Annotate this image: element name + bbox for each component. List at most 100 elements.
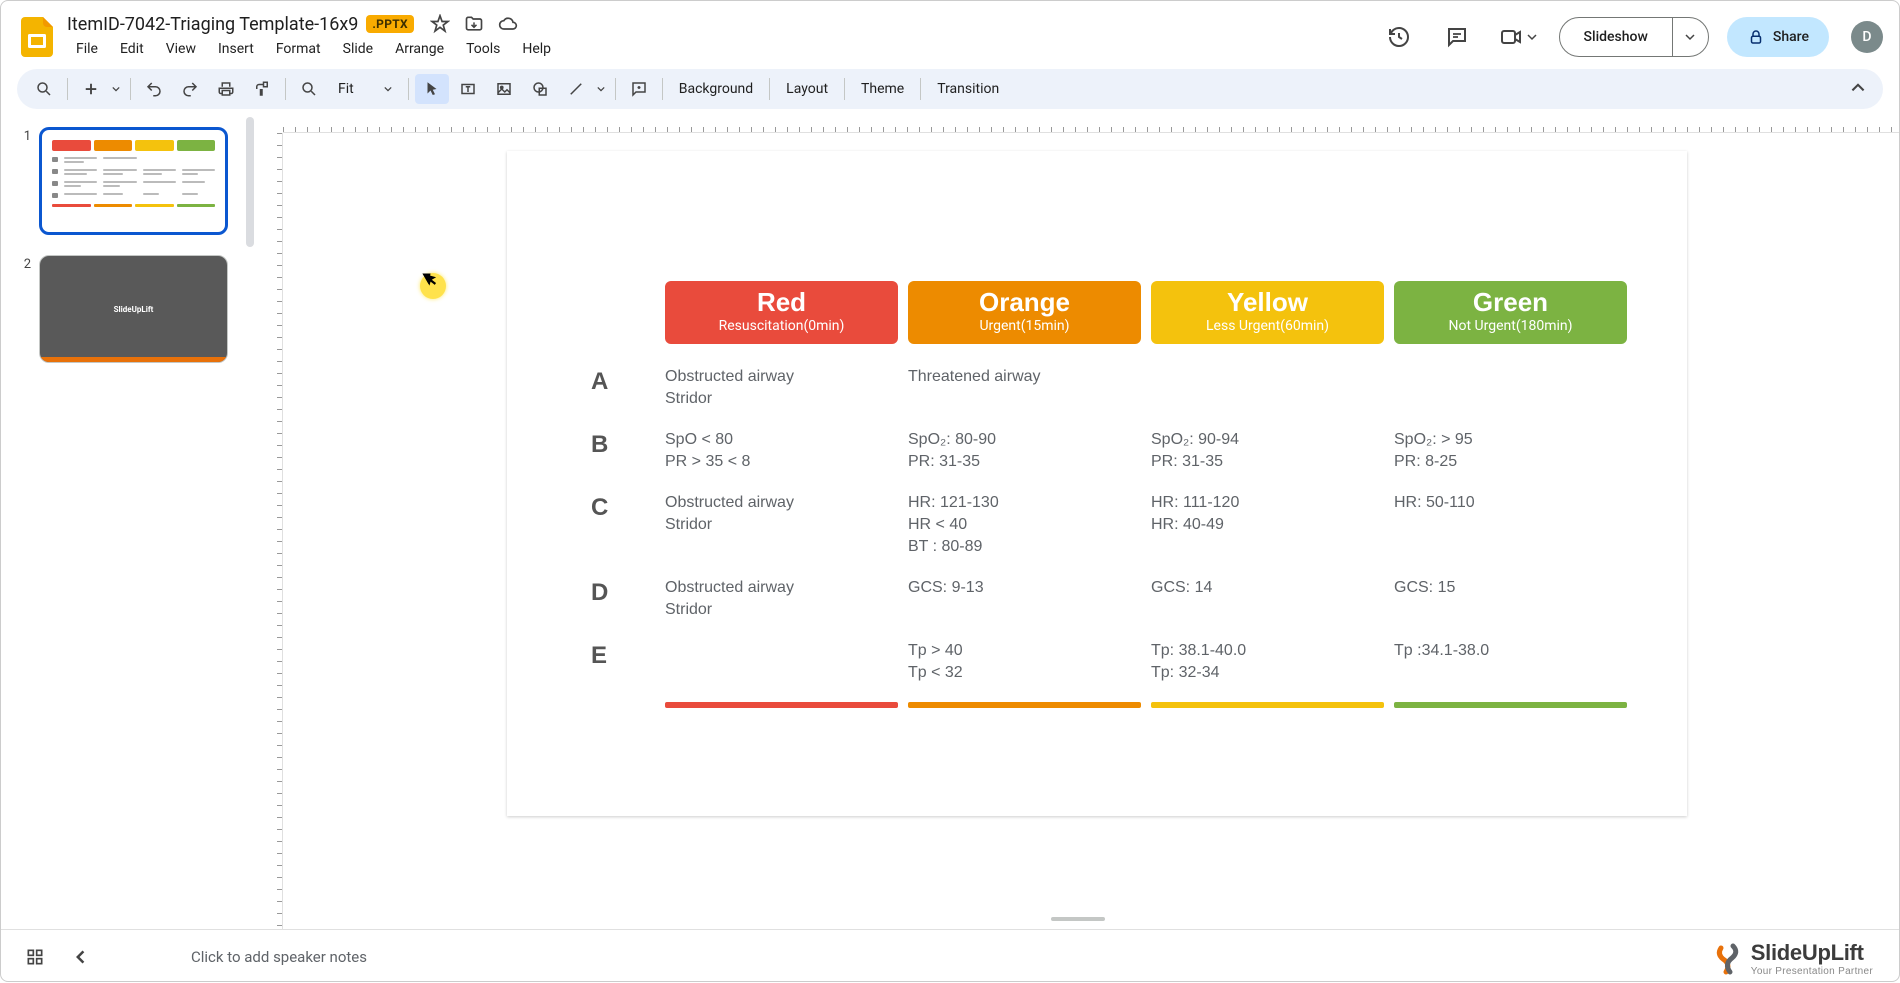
menu-help[interactable]: Help <box>513 37 560 61</box>
paint-format-button[interactable] <box>245 74 279 104</box>
redo-button[interactable] <box>173 74 207 104</box>
header-actions: Slideshow Share D <box>1379 17 1883 57</box>
slideshow-button[interactable]: Slideshow <box>1559 17 1709 57</box>
speaker-notes-input[interactable]: Click to add speaker notes <box>131 948 1899 966</box>
triage-row: B SpO < 80PR > 35 < 8SpO₂: 80-90PR: 31-35… <box>567 429 1627 472</box>
collapse-toolbar-icon[interactable] <box>1843 74 1873 104</box>
slide-thumbnail-2[interactable]: 2 SlideUpLift <box>17 255 228 363</box>
row-label[interactable]: B <box>567 429 655 459</box>
slides-logo-icon[interactable] <box>17 17 57 57</box>
triage-cell[interactable]: SpO₂: 90-94PR: 31-35 <box>1151 429 1384 472</box>
menu-file[interactable]: File <box>67 37 107 61</box>
shape-tool[interactable] <box>523 74 557 104</box>
move-icon[interactable] <box>464 14 484 34</box>
triage-cell[interactable]: Tp :34.1-38.0 <box>1394 640 1627 662</box>
comment-tool[interactable] <box>622 74 656 104</box>
thumbnail[interactable]: SlideUpLift <box>39 255 228 363</box>
account-avatar[interactable]: D <box>1851 21 1883 53</box>
print-button[interactable] <box>209 74 243 104</box>
star-icon[interactable] <box>430 14 450 34</box>
share-label: Share <box>1773 29 1809 45</box>
menu-format[interactable]: Format <box>267 37 330 61</box>
ruler-vertical[interactable] <box>257 133 283 929</box>
row-label[interactable]: A <box>567 366 655 396</box>
footer: Click to add speaker notes SlideUpLift Y… <box>1 929 1899 983</box>
triage-cell[interactable]: HR: 121-130HR < 40BT : 80-89 <box>908 492 1141 557</box>
triage-cell[interactable]: HR: 111-120HR: 40-49 <box>1151 492 1384 535</box>
search-menus-icon[interactable] <box>27 74 61 104</box>
triage-cell[interactable]: GCS: 15 <box>1394 577 1627 599</box>
line-tool-dropdown[interactable] <box>593 74 609 104</box>
document-title[interactable]: ItemID-7042-Triaging Template-16x9 <box>67 14 358 35</box>
triage-cell[interactable]: SpO < 80PR > 35 < 8 <box>665 429 898 472</box>
menu-view[interactable]: View <box>157 37 205 61</box>
textbox-tool[interactable] <box>451 74 485 104</box>
slide-canvas[interactable]: Red Resuscitation(0min) Orange Urgent(15… <box>507 151 1687 816</box>
zoom-select[interactable]: Fit <box>328 81 402 97</box>
triage-cell[interactable]: Threatened airway <box>908 366 1141 388</box>
triage-cell[interactable]: Obstructed airwayStridor <box>665 577 898 620</box>
menu-arrange[interactable]: Arrange <box>386 37 453 61</box>
triage-row: A Obstructed airwayStridor Threatened airw… <box>567 366 1627 409</box>
zoom-tool-icon[interactable] <box>292 74 326 104</box>
background-button[interactable]: Background <box>669 74 763 104</box>
triage-header-row: Red Resuscitation(0min) Orange Urgent(15… <box>665 281 1627 344</box>
triage-header-red[interactable]: Red Resuscitation(0min) <box>665 281 898 344</box>
brand-watermark: SlideUpLift Your Presentation Partner <box>1713 940 1873 977</box>
row-label[interactable]: C <box>567 492 655 522</box>
triage-cell[interactable]: SpO₂: > 95PR: 8-25 <box>1394 429 1627 472</box>
thumbnail-brand: SlideUpLift <box>114 305 154 314</box>
filmstrip-scrollbar[interactable] <box>243 113 257 929</box>
slide-thumbnail-1[interactable]: 1 <box>17 127 228 235</box>
triage-header-yellow[interactable]: Yellow Less Urgent(60min) <box>1151 281 1384 344</box>
triage-cell[interactable]: Tp > 40Tp < 32 <box>908 640 1141 683</box>
ruler-horizontal[interactable] <box>283 113 1899 133</box>
filmstrip: 1 2 SlideUpLift <box>1 113 257 929</box>
canvas-area: Red Resuscitation(0min) Orange Urgent(15… <box>257 113 1899 929</box>
share-button[interactable]: Share <box>1727 17 1829 57</box>
triage-cell[interactable]: GCS: 9-13 <box>908 577 1141 599</box>
triage-cell[interactable]: Obstructed airwayStridor <box>665 492 898 535</box>
transition-button[interactable]: Transition <box>927 74 1009 104</box>
row-label[interactable]: D <box>567 577 655 607</box>
main-area: 1 2 SlideUpLift <box>1 113 1899 929</box>
layout-button[interactable]: Layout <box>776 74 838 104</box>
notes-resize-handle[interactable] <box>1051 917 1105 921</box>
brand-name: SlideUpLift <box>1751 940 1873 966</box>
brand-tagline: Your Presentation Partner <box>1751 966 1873 977</box>
grid-view-icon[interactable] <box>25 947 45 967</box>
triage-cell[interactable]: SpO₂: 80-90PR: 31-35 <box>908 429 1141 472</box>
menu-slide[interactable]: Slide <box>334 37 382 61</box>
new-slide-button[interactable] <box>74 74 108 104</box>
comments-icon[interactable] <box>1437 17 1477 57</box>
slideshow-dropdown[interactable] <box>1672 18 1708 56</box>
select-tool[interactable] <box>415 74 449 104</box>
triage-cell[interactable]: GCS: 14 <box>1151 577 1384 599</box>
triage-header-orange[interactable]: Orange Urgent(15min) <box>908 281 1141 344</box>
theme-button[interactable]: Theme <box>851 74 914 104</box>
speaker-notes-placeholder: Click to add speaker notes <box>191 948 367 966</box>
collapse-filmstrip-icon[interactable] <box>75 950 89 964</box>
meet-button[interactable] <box>1495 17 1541 57</box>
undo-button[interactable] <box>137 74 171 104</box>
title-area: ItemID-7042-Triaging Template-16x9 .PPTX… <box>67 14 1379 61</box>
triage-cell[interactable]: HR: 50-110 <box>1394 492 1627 514</box>
toolbar: Fit Background Layout Theme Transition <box>17 69 1883 109</box>
triage-cell[interactable]: Obstructed airwayStridor <box>665 366 898 409</box>
triage-row: E Tp > 40Tp < 32Tp: 38.1-40.0Tp: 32-34 Tp … <box>567 640 1627 683</box>
menu-tools[interactable]: Tools <box>457 37 509 61</box>
menu-insert[interactable]: Insert <box>209 37 263 61</box>
thumbnail[interactable] <box>39 127 228 235</box>
caret-down-icon <box>384 85 392 93</box>
new-slide-dropdown[interactable] <box>108 74 124 104</box>
row-label[interactable]: E <box>567 640 655 670</box>
line-tool[interactable] <box>559 74 593 104</box>
menu-edit[interactable]: Edit <box>111 37 153 61</box>
history-icon[interactable] <box>1379 17 1419 57</box>
slideshow-label[interactable]: Slideshow <box>1560 18 1672 56</box>
image-tool[interactable] <box>487 74 521 104</box>
menu-bar: File Edit View Insert Format Slide Arran… <box>67 37 1379 61</box>
cloud-icon[interactable] <box>498 14 518 34</box>
triage-cell[interactable]: Tp: 38.1-40.0Tp: 32-34 <box>1151 640 1384 683</box>
triage-header-green[interactable]: Green Not Urgent(180min) <box>1394 281 1627 344</box>
